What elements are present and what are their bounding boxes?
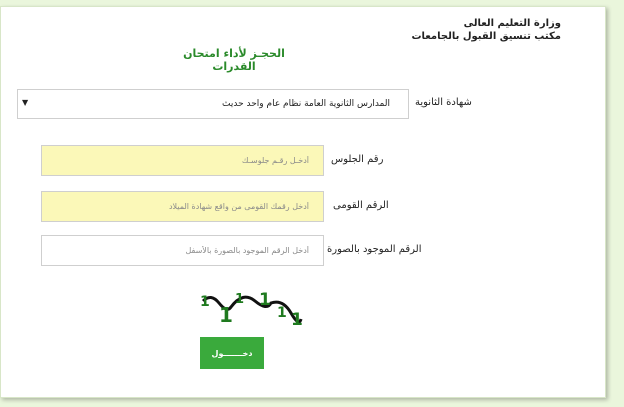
certificate-selected-value: المدارس الثانوية العامة نظام عام واحد حد… [222,99,390,109]
login-button[interactable]: دخـــــــول [200,337,264,369]
national-id-input[interactable] [41,191,324,222]
ministry-name: وزارة التعليم العالى [463,18,561,29]
chevron-down-icon: ▼ [22,98,29,107]
captcha-digit: 1 [259,290,271,310]
captcha-digit: 1 [235,292,244,307]
certificate-select[interactable]: المدارس الثانوية العامة نظام عام واحد حد… [17,89,409,119]
captcha-code-label: الرقم الموجود بالصورة [327,244,422,255]
office-name: مكتب تنسيق القبول بالجامعات [411,31,561,42]
captcha-digit: 1 [219,303,233,327]
captcha-image: 1 1 1 1 1 1 [200,290,303,329]
captcha-digit: 1 [200,294,210,310]
captcha-digit: 1 [277,305,287,321]
captcha-code-input[interactable] [41,235,324,266]
login-panel: وزارة التعليم العالى مكتب تنسيق القبول ب… [0,6,606,398]
seat-number-label: رقم الجلوس [331,154,384,165]
national-id-label: الرقم القومى [333,200,389,211]
seat-number-input[interactable] [41,145,324,176]
form-title: الحجـز لأداء امتحان القدرات [183,47,285,73]
captcha-digit: 1 [291,310,303,329]
certificate-label: شهادة الثانوية [415,97,472,108]
ministry-header: وزارة التعليم العالى مكتب تنسيق القبول ب… [411,17,561,43]
